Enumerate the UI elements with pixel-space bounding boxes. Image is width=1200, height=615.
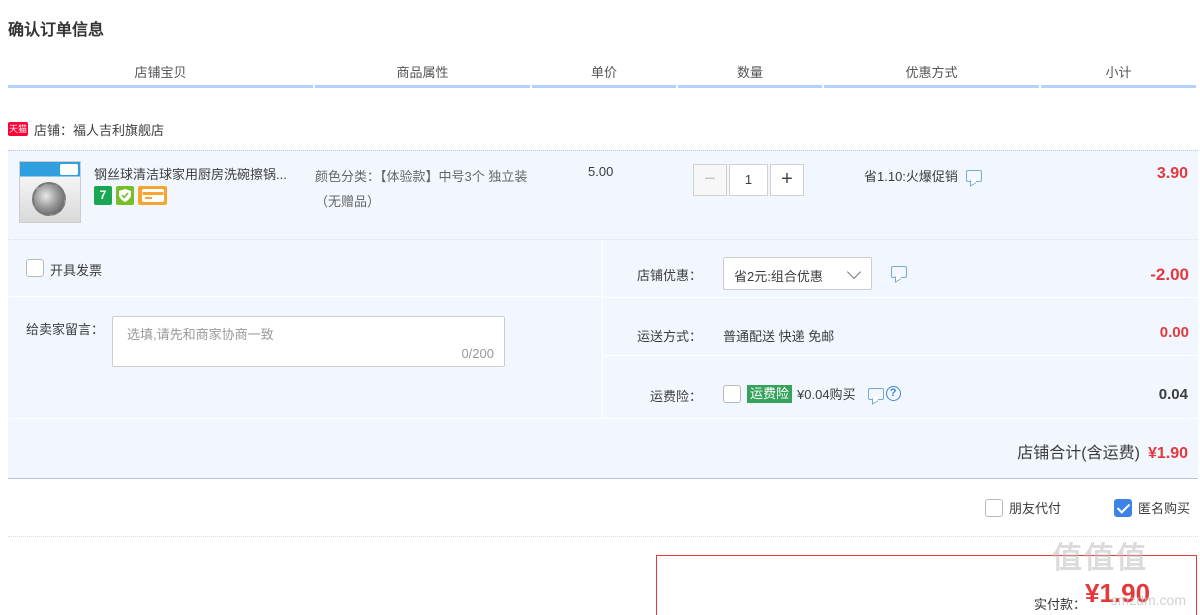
help-icon[interactable]: ?	[885, 386, 901, 401]
product-attribute: 颜色分类：【体验款】中号3个 独立装（无赠品）	[315, 169, 528, 209]
comment-bubble-icon[interactable]	[891, 266, 907, 278]
tmall-icon: 天猫	[8, 122, 28, 136]
column-header-price: 单价	[532, 62, 676, 88]
seller-message-label: 给卖家留言：	[26, 322, 105, 337]
insurance-option: 运费险 ¥0.04购买 ?	[723, 384, 901, 403]
shop-row: 天猫 店铺：福人吉利旗舰店	[8, 118, 164, 140]
thumbnail-tag	[60, 164, 78, 175]
insurance-checkbox[interactable]	[723, 384, 741, 403]
promotion-text: 省1.10:火爆促销	[864, 169, 958, 184]
insurance-badge: 运费险	[747, 384, 793, 403]
column-header-quantity: 数量	[678, 62, 822, 88]
comment-bubble-icon[interactable]	[867, 387, 884, 400]
insurance-label: 运费险：	[649, 389, 702, 404]
insurance-amount: 0.04	[1158, 386, 1188, 403]
quantity-decrease-button[interactable]: −	[693, 164, 727, 196]
shop-name-link[interactable]: 店铺：福人吉利旗舰店	[34, 120, 164, 139]
order-summary-panel: 店铺优惠： 省2元:组合优惠 -2.00 运送方式： 普通配送 快递 免邮 0.…	[602, 240, 1199, 418]
actual-payment-amount: ¥1.90	[1085, 578, 1151, 608]
shop-discount-selected: 省2元:组合优惠	[734, 269, 823, 284]
friend-pay-checkbox[interactable]	[985, 498, 1003, 517]
credit-card-icon[interactable]	[138, 186, 167, 205]
shield-icon[interactable]	[116, 186, 134, 205]
service-icons: 7	[94, 186, 167, 205]
invoice-checkbox[interactable]	[26, 259, 44, 277]
column-headers: 店铺宝贝 商品属性 单价 数量 优惠方式 小计	[8, 62, 1196, 88]
product-title-link[interactable]: 钢丝球清洁球家用厨房洗碗擦锅...	[94, 164, 310, 183]
invoice-row: 开具发票	[8, 240, 602, 297]
shipping-label: 运送方式：	[636, 329, 702, 344]
page-title: 确认订单信息	[8, 22, 105, 39]
anonymous-purchase-label: 匿名购买	[1138, 501, 1191, 516]
friend-pay-option[interactable]: 朋友代付	[985, 498, 1061, 517]
order-extras: 开具发票 给卖家留言： 选填,请先和商家协商一致 0/200 店铺优惠： 省2元…	[8, 240, 1199, 418]
column-header-discount: 优惠方式	[824, 62, 1039, 88]
column-header-subtotal: 小计	[1041, 62, 1196, 88]
comment-bubble-icon[interactable]	[965, 169, 982, 182]
shipping-row: 运送方式： 普通配送 快递 免邮 0.00	[603, 298, 1199, 356]
seven-day-return-icon[interactable]: 7	[94, 186, 112, 205]
friend-pay-label: 朋友代付	[1009, 501, 1062, 516]
payment-summary-box: 实付款： ¥1.90	[656, 555, 1197, 615]
seller-message-char-count: 0/200	[461, 346, 494, 361]
item-subtotal: 3.90	[1156, 165, 1188, 182]
quantity-input[interactable]: 1	[729, 164, 768, 196]
order-item-row: 钢丝球清洁球家用厨房洗碗擦锅... 7 颜色分类：【体验款】中号3个 独立装（无…	[8, 150, 1198, 240]
shop-discount-select[interactable]: 省2元:组合优惠	[723, 257, 872, 290]
anonymous-purchase-checkbox[interactable]	[1114, 498, 1132, 517]
shop-discount-label: 店铺优惠：	[636, 268, 702, 283]
promotion-info: 省1.10:火爆促销	[864, 166, 982, 185]
insurance-row: 运费险：	[603, 360, 1199, 418]
shop-total: 店铺合计(含运费) ¥1.90	[1017, 439, 1188, 463]
quantity-stepper: − 1 +	[693, 164, 804, 196]
seller-message-textarea[interactable]: 选填,请先和商家协商一致 0/200	[112, 316, 505, 367]
product-thumbnail[interactable]	[19, 161, 81, 223]
shipping-amount: 0.00	[1159, 324, 1189, 341]
insurance-price-text: ¥0.04购买	[797, 387, 856, 402]
invoice-label[interactable]: 开具发票	[50, 260, 102, 279]
column-header-item: 店铺宝贝	[8, 62, 313, 88]
unit-price: 5.00	[588, 164, 614, 179]
actual-payment-label: 实付款：	[1034, 597, 1087, 612]
quantity-increase-button[interactable]: +	[770, 164, 804, 196]
shop-total-row: 店铺合计(含运费) ¥1.90	[8, 418, 1198, 479]
shop-total-label: 店铺合计(含运费)	[1017, 445, 1140, 462]
seller-message-placeholder: 选填,请先和商家协商一致	[127, 327, 274, 342]
shop-total-amount: ¥1.90	[1147, 445, 1188, 462]
order-notes-panel: 开具发票 给卖家留言： 选填,请先和商家协商一致 0/200	[8, 240, 602, 418]
order-options-row: 朋友代付 匿名购买	[8, 480, 1198, 537]
shop-discount-row: 店铺优惠： 省2元:组合优惠 -2.00	[603, 240, 1199, 298]
shipping-method: 普通配送 快递 免邮	[723, 329, 835, 344]
chevron-down-icon	[846, 264, 862, 280]
anonymous-purchase-option[interactable]: 匿名购买	[1114, 498, 1190, 517]
steel-wool-ball-image	[32, 182, 66, 216]
shop-discount-amount: -2.00	[1150, 265, 1189, 284]
column-header-attribute: 商品属性	[315, 62, 530, 88]
